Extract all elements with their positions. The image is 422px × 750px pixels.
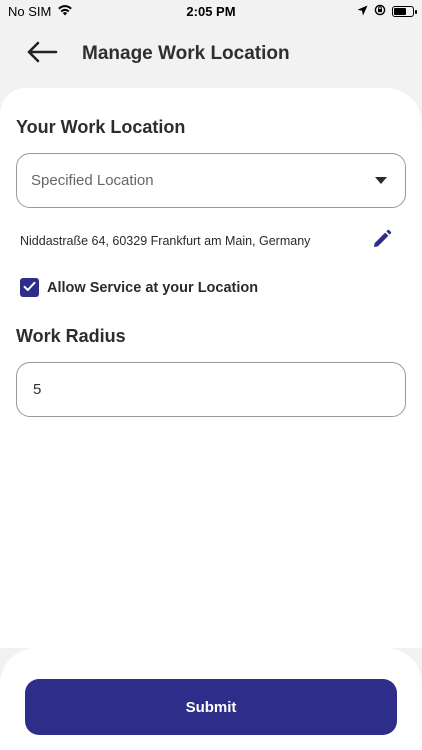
allow-service-checkbox[interactable] <box>20 278 39 297</box>
work-radius-title: Work Radius <box>16 326 126 346</box>
orientation-lock-icon <box>374 4 386 19</box>
location-arrow-icon <box>357 4 368 19</box>
arrow-left-icon <box>26 41 58 68</box>
status-bar: No SIM 2:05 PM <box>0 0 422 22</box>
address-row: Niddastraße 64, 60329 Frankfurt am Main,… <box>20 228 395 254</box>
header: Manage Work Location <box>0 22 422 86</box>
location-type-select[interactable]: Specified Location <box>16 153 406 208</box>
work-radius-input[interactable]: 5 <box>16 362 406 417</box>
screen: No SIM 2:05 PM Manage Work Location Your… <box>0 0 422 750</box>
checkmark-icon <box>23 279 36 297</box>
back-button[interactable] <box>24 36 60 72</box>
battery-icon <box>392 5 417 17</box>
submit-button[interactable]: Submit <box>25 679 397 735</box>
status-bar-right <box>357 4 417 19</box>
allow-service-row[interactable]: Allow Service at your Location <box>20 278 258 297</box>
allow-service-label: Allow Service at your Location <box>47 279 259 296</box>
work-location-title: Your Work Location <box>16 117 186 137</box>
caret-down-icon <box>375 177 387 184</box>
page-title: Manage Work Location <box>82 43 290 64</box>
pencil-icon <box>372 229 392 254</box>
wifi-icon <box>57 4 73 19</box>
location-type-value: Specified Location <box>31 172 154 189</box>
carrier-text: No SIM <box>8 3 52 19</box>
footer: Submit <box>0 648 422 750</box>
main-card: Your Work Location Specified Location Ni… <box>0 88 422 648</box>
status-bar-left: No SIM <box>8 4 73 19</box>
address-text: Niddastraße 64, 60329 Frankfurt am Main,… <box>20 234 311 248</box>
battery-fill <box>394 7 406 15</box>
edit-address-button[interactable] <box>369 228 395 254</box>
